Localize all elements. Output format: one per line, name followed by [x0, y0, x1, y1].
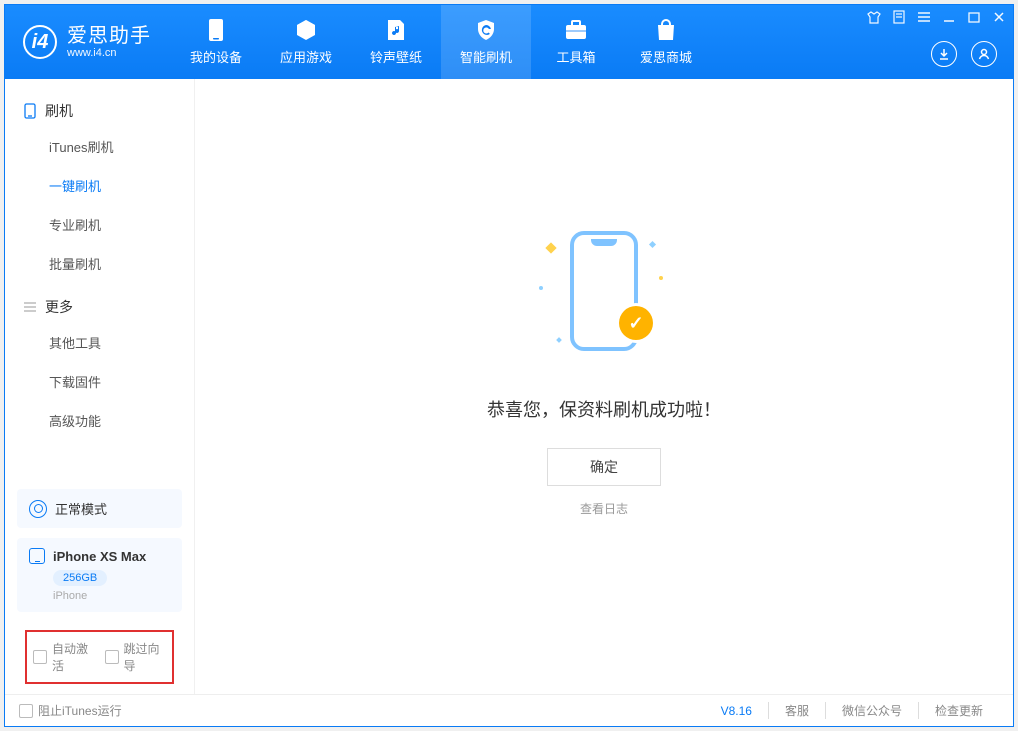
shirt-icon[interactable] — [866, 9, 882, 25]
mode-indicator-icon — [29, 500, 47, 518]
support-link[interactable]: 客服 — [768, 702, 825, 719]
sidebar-item-advanced[interactable]: 高级功能 — [5, 401, 194, 440]
nav-label: 工具箱 — [556, 47, 595, 66]
cube-icon — [294, 18, 318, 42]
sidebar-item-download-firmware[interactable]: 下载固件 — [5, 362, 194, 401]
nav-ringtones[interactable]: 铃声壁纸 — [351, 5, 441, 79]
refresh-shield-icon — [474, 18, 498, 42]
checkbox-icon — [105, 650, 119, 664]
sidebar-item-batch-flash[interactable]: 批量刷机 — [5, 244, 194, 283]
list-icon — [23, 300, 37, 314]
nav-label: 智能刷机 — [460, 47, 512, 66]
statusbar: 阻止iTunes运行 V8.16 客服 微信公众号 检查更新 — [5, 694, 1013, 726]
check-badge-icon: ✓ — [619, 306, 653, 340]
view-log-link[interactable]: 查看日志 — [580, 500, 628, 517]
device-type: iPhone — [53, 590, 170, 602]
brand-logo-icon: i4 — [23, 25, 57, 59]
minimize-icon[interactable] — [941, 9, 957, 25]
success-title: 恭喜您，保资料刷机成功啦！ — [487, 396, 721, 422]
checkbox-icon — [19, 704, 33, 718]
group-title: 刷机 — [45, 101, 73, 121]
sidebar-item-oneclick-flash[interactable]: 一键刷机 — [5, 166, 194, 205]
sidebar-group-flash: 刷机 — [5, 87, 194, 127]
nav-apps[interactable]: 应用游戏 — [261, 5, 351, 79]
brand-url: www.i4.cn — [67, 47, 151, 59]
nav-label: 应用游戏 — [280, 47, 332, 66]
checkbox-icon — [33, 650, 47, 664]
skip-guide-checkbox[interactable]: 跳过向导 — [105, 640, 167, 674]
body: 刷机 iTunes刷机 一键刷机 专业刷机 批量刷机 更多 其他工具 下载固件 … — [5, 79, 1013, 694]
block-itunes-checkbox[interactable]: 阻止iTunes运行 — [19, 702, 122, 719]
window-controls — [866, 9, 1007, 25]
titlebar: i4 爱思助手 www.i4.cn 我的设备 应用游戏 铃声壁纸 智能刷机 — [5, 5, 1013, 79]
maximize-icon[interactable] — [966, 9, 982, 25]
nav-label: 爱思商城 — [640, 47, 692, 66]
nav-my-device[interactable]: 我的设备 — [171, 5, 261, 79]
user-button[interactable] — [971, 41, 997, 67]
check-update-link[interactable]: 检查更新 — [918, 702, 999, 719]
device-icon — [204, 18, 228, 42]
brand-text: 爱思助手 www.i4.cn — [67, 25, 151, 59]
music-file-icon — [384, 18, 408, 42]
download-button[interactable] — [931, 41, 957, 67]
highlighted-options: 自动激活 跳过向导 — [25, 630, 174, 684]
ok-button[interactable]: 确定 — [547, 448, 661, 486]
status-right: V8.16 客服 微信公众号 检查更新 — [721, 702, 999, 719]
brand-name: 爱思助手 — [67, 25, 151, 47]
checkbox-label: 跳过向导 — [124, 640, 167, 674]
nav-store[interactable]: 爱思商城 — [621, 5, 711, 79]
sidebar: 刷机 iTunes刷机 一键刷机 专业刷机 批量刷机 更多 其他工具 下载固件 … — [5, 79, 195, 694]
main-content: ✓ 恭喜您，保资料刷机成功啦！ 确定 查看日志 — [195, 79, 1013, 694]
success-hero: ✓ 恭喜您，保资料刷机成功啦！ 确定 查看日志 — [487, 216, 721, 517]
wechat-link[interactable]: 微信公众号 — [825, 702, 918, 719]
version-label: V8.16 — [721, 704, 768, 718]
toolbox-icon — [564, 18, 588, 42]
brand: i4 爱思助手 www.i4.cn — [5, 5, 171, 79]
sidebar-item-itunes-flash[interactable]: iTunes刷机 — [5, 127, 194, 166]
auto-activate-checkbox[interactable]: 自动激活 — [33, 640, 95, 674]
storage-badge: 256GB — [53, 570, 107, 586]
sidebar-bottom: 正常模式 iPhone XS Max 256GB iPhone 自动激活 — [5, 479, 194, 694]
status-left: 阻止iTunes运行 — [19, 702, 721, 719]
note-icon[interactable] — [891, 9, 907, 25]
nav-toolbox[interactable]: 工具箱 — [531, 5, 621, 79]
checkbox-label: 阻止iTunes运行 — [38, 702, 122, 719]
device-row: iPhone XS Max — [29, 548, 170, 564]
sidebar-item-pro-flash[interactable]: 专业刷机 — [5, 205, 194, 244]
success-illustration: ✓ — [529, 216, 679, 366]
header-actions — [931, 41, 997, 67]
menu-icon[interactable] — [916, 9, 932, 25]
mode-card[interactable]: 正常模式 — [17, 489, 182, 528]
sidebar-scroll: 刷机 iTunes刷机 一键刷机 专业刷机 批量刷机 更多 其他工具 下载固件 … — [5, 79, 194, 479]
phone-icon — [29, 548, 45, 564]
bag-icon — [654, 18, 678, 42]
mode-label: 正常模式 — [55, 499, 107, 518]
app-window: i4 爱思助手 www.i4.cn 我的设备 应用游戏 铃声壁纸 智能刷机 — [4, 4, 1014, 727]
close-icon[interactable] — [991, 9, 1007, 25]
nav-label: 我的设备 — [190, 47, 242, 66]
sidebar-group-more: 更多 — [5, 283, 194, 323]
top-nav: 我的设备 应用游戏 铃声壁纸 智能刷机 工具箱 爱思商城 — [171, 5, 711, 79]
phone-outline-icon — [23, 104, 37, 118]
device-name: iPhone XS Max — [53, 549, 146, 564]
group-title: 更多 — [45, 297, 73, 317]
sidebar-item-other-tools[interactable]: 其他工具 — [5, 323, 194, 362]
nav-label: 铃声壁纸 — [370, 47, 422, 66]
device-card[interactable]: iPhone XS Max 256GB iPhone — [17, 538, 182, 612]
checkbox-label: 自动激活 — [52, 640, 95, 674]
nav-flash[interactable]: 智能刷机 — [441, 5, 531, 79]
